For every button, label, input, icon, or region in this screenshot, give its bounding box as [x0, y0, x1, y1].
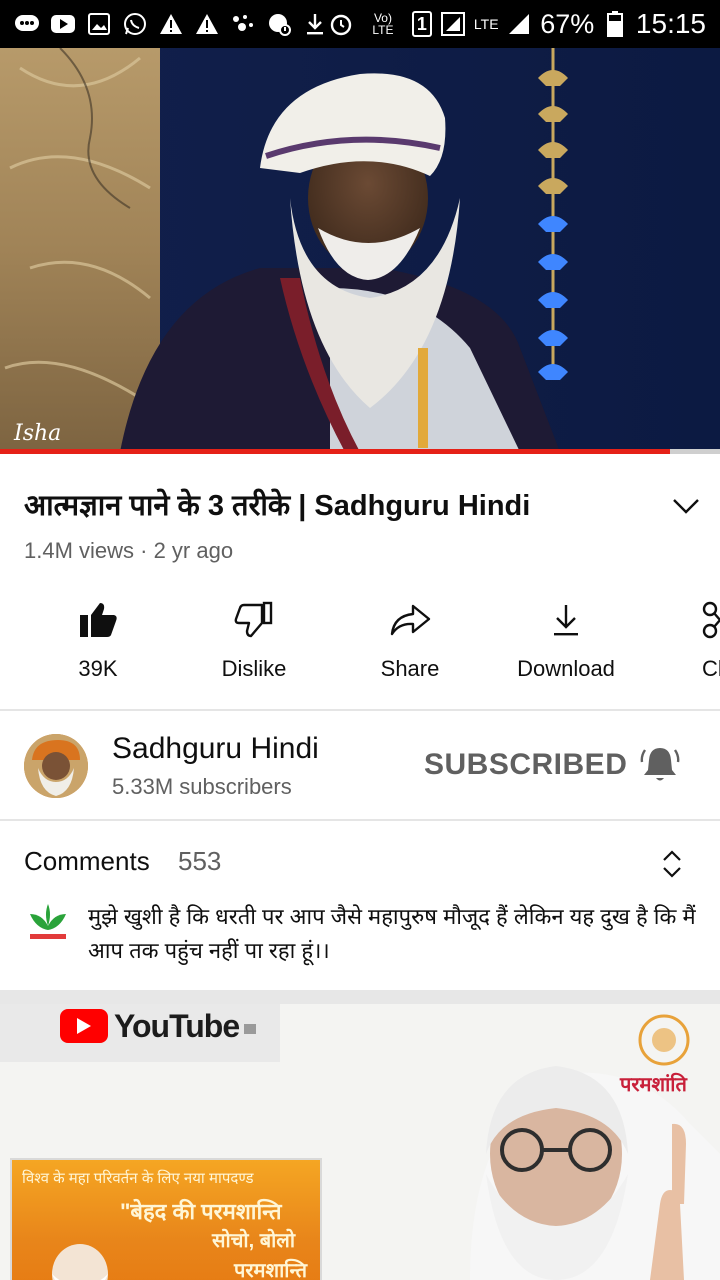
comments-section[interactable]: Comments 553 मुझे खुशी है कि धरती पर आप … [0, 822, 720, 990]
channel-name[interactable]: Sadhguru Hindi [112, 732, 319, 766]
download-icon [551, 596, 581, 644]
banner-card: विश्व के महा परिवर्तन के लिए नया मापदण्ड… [10, 1158, 322, 1280]
clip-button[interactable]: Cl [640, 596, 720, 696]
download-label: Download [517, 656, 615, 681]
title-row: आत्मज्ञान पाने के 3 तरीके | Sadhguru Hin… [24, 482, 699, 530]
subscriber-count: 5.33M subscribers [112, 774, 292, 799]
share-label: Share [380, 656, 440, 681]
channel-avatar[interactable] [24, 734, 88, 798]
thumbs-up-icon [78, 596, 118, 644]
chevron-down-icon [673, 499, 699, 514]
divider [0, 819, 720, 821]
banner-portrait [52, 1244, 108, 1280]
status-bar: Vo) LTE 1 LTE 67% 15:15 [0, 0, 720, 48]
thumbs-down-icon [234, 596, 274, 644]
notification-bell-button[interactable] [636, 740, 684, 788]
battery-icon [602, 11, 628, 37]
whatsapp-icon [122, 11, 148, 37]
network-label: Vo) LTE [372, 11, 394, 37]
share-icon [389, 596, 431, 644]
banner-line: विश्व के महा परिवर्तन के लिए नया मापदण्ड [22, 1170, 254, 1187]
watermark: Isha [13, 421, 61, 446]
banner-line: सोचो, बोलो [212, 1230, 296, 1252]
alarm-icon [328, 11, 354, 37]
clip-icon [700, 596, 720, 644]
warning-icon [158, 11, 184, 37]
lte-label: LTE [473, 16, 499, 32]
like-count: 39K [78, 656, 118, 681]
share-button[interactable]: Share [340, 596, 480, 696]
banner-line: "बेहद की परमशान्ति [120, 1199, 282, 1224]
signal-bars-icon [507, 11, 533, 37]
youtube-wordmark: YouTube [114, 1007, 240, 1044]
download-button[interactable]: Download [496, 596, 636, 696]
warning-icon-2 [194, 11, 220, 37]
video-frame: Isha [0, 48, 720, 452]
bell-icon [640, 748, 680, 781]
sim-indicator: 1 [411, 11, 432, 37]
video-meta: 1.4M views · 2 yr ago [24, 538, 234, 563]
next-video-thumbnail[interactable]: YouTube परमशांति विश्व के महा परिवर्तन क… [0, 1004, 720, 1280]
comments-count: 553 [178, 846, 222, 876]
data-saver-icon [266, 11, 292, 37]
battery-percent: 67% [540, 8, 595, 39]
video-player[interactable]: Isha [0, 48, 720, 452]
youtube-logo: YouTube [60, 1007, 240, 1044]
clock: 15:15 [635, 8, 706, 39]
comments-title: Comments [24, 846, 150, 876]
divider [0, 709, 720, 711]
youtube-play-icon [60, 1009, 108, 1043]
comments-expand-button[interactable] [648, 840, 696, 888]
unfold-icon [663, 850, 681, 878]
dislike-label: Dislike [221, 656, 287, 681]
brand-label: परमशांति [620, 1074, 687, 1096]
commenter-avatar[interactable] [24, 900, 72, 948]
clip-label: Cl [702, 656, 720, 681]
progress-fill [0, 449, 670, 454]
dislike-button[interactable]: Dislike [184, 596, 324, 696]
video-title[interactable]: आत्मज्ञान पाने के 3 तरीके | Sadhguru Hin… [24, 486, 662, 526]
messages-icon [14, 11, 40, 37]
banner-line: परमशान्ति [234, 1260, 308, 1280]
top-comment-text: मुझे खुशी है कि धरती पर आप जैसे महापुरुष… [88, 904, 696, 963]
subscribed-button[interactable]: SUBSCRIBED [424, 748, 627, 782]
system-status: Vo) LTE 1 LTE 67% 15:15 [328, 8, 706, 40]
channel-row[interactable]: Sadhguru Hindi 5.33M subscribers SUBSCRI… [0, 712, 720, 820]
signal-icon [440, 11, 466, 37]
gallery-icon [86, 11, 112, 37]
progress-track[interactable] [0, 449, 720, 454]
youtube-icon [50, 11, 76, 37]
expand-description-button[interactable] [662, 482, 710, 530]
download-status-icon [302, 11, 328, 37]
like-button[interactable]: 39K [28, 596, 168, 696]
action-bar: 39K Dislike Share Download Cl [0, 596, 720, 696]
dots-icon [230, 11, 256, 37]
section-gap [0, 990, 720, 1004]
notification-icons [14, 11, 328, 37]
